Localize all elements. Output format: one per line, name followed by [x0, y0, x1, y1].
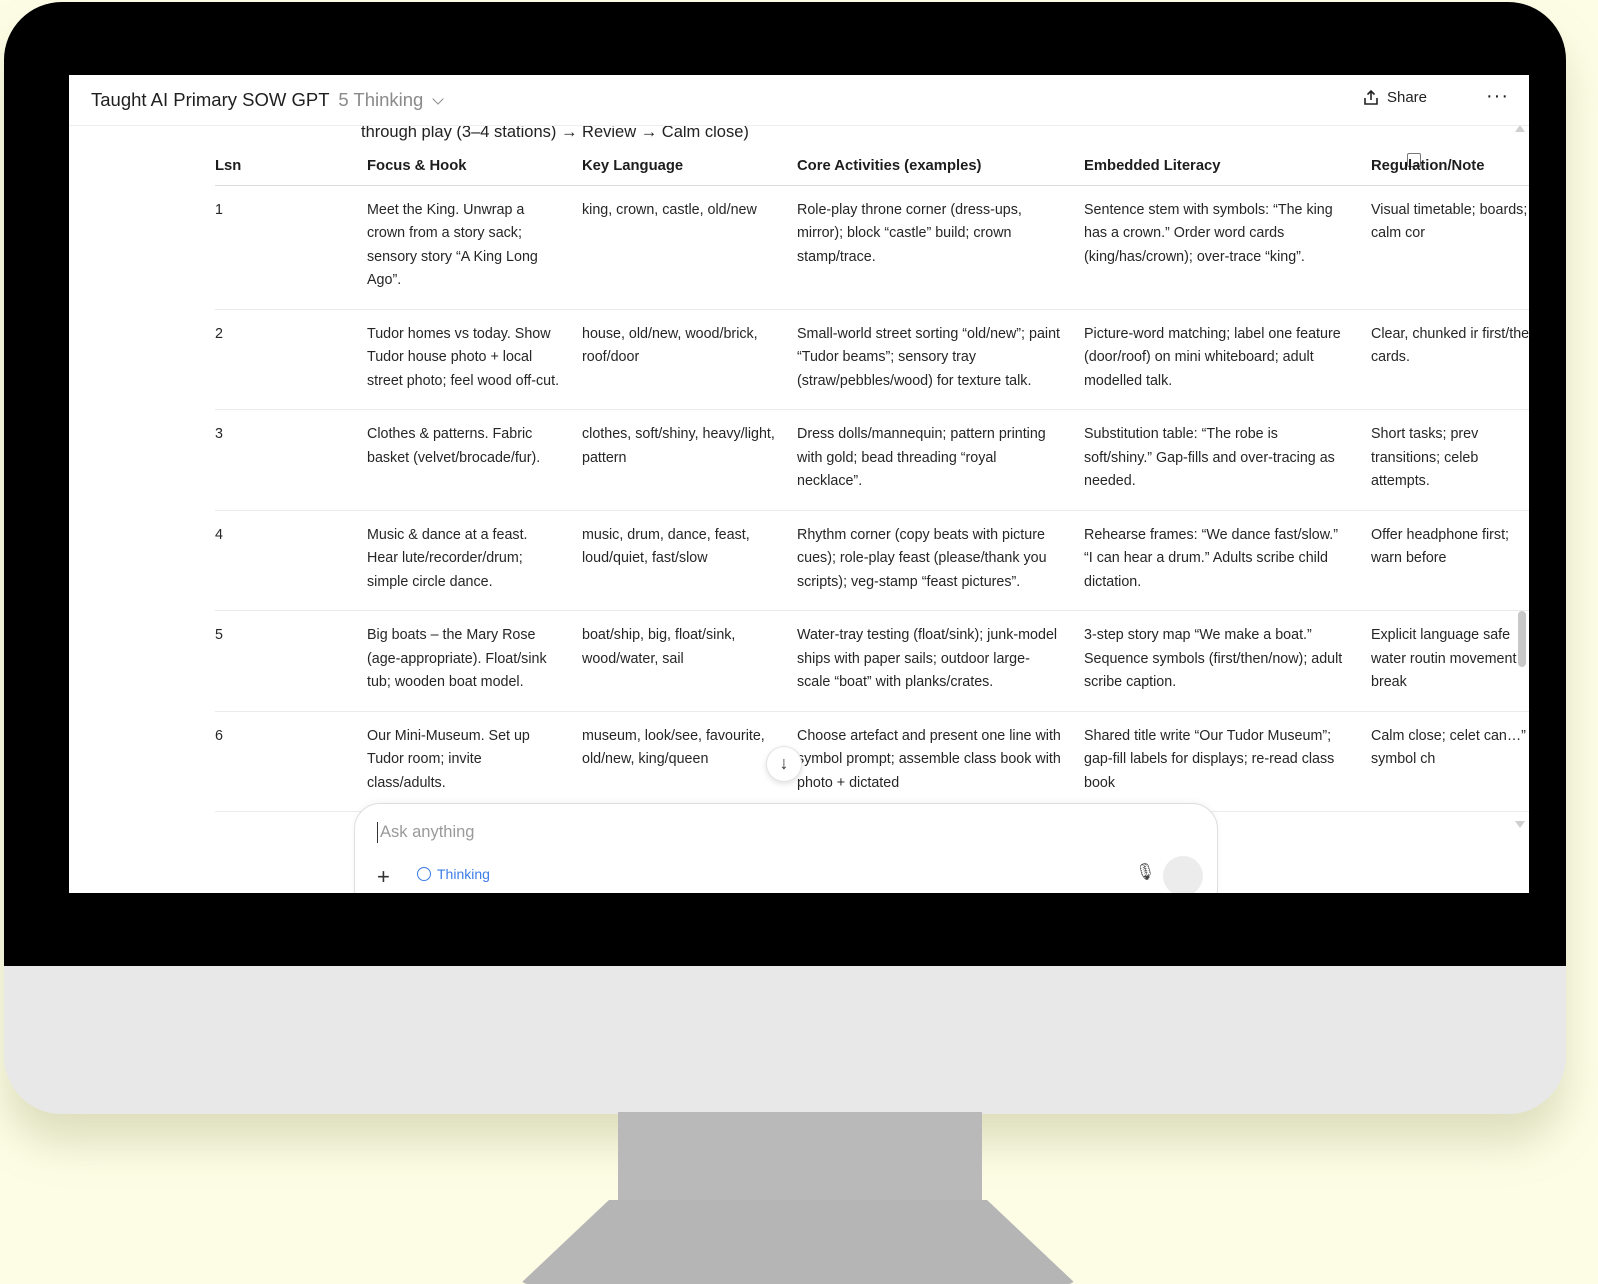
cell-activities: Dress dolls/mannequin; pattern printing … — [797, 409, 1084, 511]
cell-lsn: 2 — [215, 309, 367, 410]
cell-literacy: Rehearse frames: “We dance fast/slow.” “… — [1084, 510, 1371, 611]
cell-regulation: Offer headphone first; warn before — [1371, 510, 1529, 611]
cell-regulation: Short tasks; prev transitions; celeb att… — [1371, 409, 1529, 511]
clock-icon — [417, 867, 431, 881]
cell-literacy: Picture-word matching; label one feature… — [1084, 309, 1371, 410]
cell-regulation-text: Explicit language safe water routin move… — [1371, 627, 1517, 690]
cell-language: museum, look/see, favourite, old/new, ki… — [582, 711, 797, 812]
cell-activities: Choose artefact and present one line wit… — [797, 711, 1084, 812]
thinking-mode-button[interactable]: Thinking — [417, 866, 490, 882]
cell-activities: Rhythm corner (copy beats with picture c… — [797, 510, 1084, 611]
composer: + Thinking 🎙 — [354, 803, 1218, 893]
cell-focus: Our Mini-Museum. Set up Tudor room; invi… — [367, 711, 582, 812]
cell-language: house, old/new, wood/brick, roof/door — [582, 309, 797, 410]
table-row: 3 Clothes & patterns. Fabric basket (vel… — [215, 409, 1529, 511]
chevron-down-icon[interactable] — [432, 93, 445, 105]
cell-focus: Big boats – the Mary Rose (age-appropria… — [367, 610, 582, 712]
voice-icon[interactable] — [1163, 856, 1203, 893]
table-row: 1 Meet the King. Unwrap a crown from a s… — [215, 185, 1529, 310]
cell-literacy: Substitution table: “The robe is soft/sh… — [1084, 409, 1371, 511]
table-header-row: Lsn Focus & Hook Key Language Core Activ… — [215, 153, 1529, 186]
cell-language: king, crown, castle, old/new — [582, 185, 797, 310]
table-row: 6 Our Mini-Museum. Set up Tudor room; in… — [215, 711, 1529, 812]
gpt-title[interactable]: Taught AI Primary SOW GPT 5 Thinking — [91, 89, 445, 111]
app-screen: Taught AI Primary SOW GPT 5 Thinking Sha… — [69, 75, 1529, 893]
gpt-name: Taught AI Primary SOW GPT — [91, 89, 330, 110]
table-row: 2 Tudor homes vs today. Show Tudor house… — [215, 309, 1529, 410]
scroll-up-arrow[interactable] — [1515, 125, 1525, 132]
cell-language: boat/ship, big, float/sink, wood/water, … — [582, 610, 797, 712]
cell-focus: Music & dance at a feast. Hear lute/reco… — [367, 510, 582, 611]
cell-regulation: Visual timetable; boards; calm cor — [1371, 185, 1529, 310]
cell-lsn: 5 — [215, 610, 367, 712]
more-icon[interactable]: ··· — [1486, 85, 1509, 108]
cell-lsn: 6 — [215, 711, 367, 812]
cell-regulation-text: Short tasks; prev transitions; celeb att… — [1371, 426, 1479, 489]
cell-focus: Meet the King. Unwrap a crown from a sto… — [367, 185, 582, 310]
scrollbar-thumb[interactable] — [1518, 611, 1526, 667]
cell-activities: Water-tray testing (float/sink); junk-mo… — [797, 610, 1084, 712]
column-header: Regulation/Note — [1371, 153, 1529, 186]
cell-lsn: 3 — [215, 409, 367, 511]
column-header: Core Activities (examples) — [797, 153, 1084, 186]
monitor-chin — [4, 966, 1566, 1114]
cell-regulation: Explicit language safe water routin move… — [1371, 610, 1529, 712]
top-bar: Taught AI Primary SOW GPT 5 Thinking Sha… — [69, 75, 1529, 126]
cell-focus: Tudor homes vs today. Show Tudor house p… — [367, 309, 582, 410]
cell-activities: Small-world street sorting “old/new”; pa… — [797, 309, 1084, 410]
cell-literacy: Sentence stem with symbols: “The king ha… — [1084, 185, 1371, 310]
cell-literacy: Shared title write “Our Tudor Museum”; g… — [1084, 711, 1371, 812]
cell-lsn: 1 — [215, 185, 367, 310]
plus-icon[interactable]: + — [377, 864, 390, 890]
share-icon — [1363, 89, 1379, 106]
monitor-stand-base — [520, 1200, 1076, 1284]
cell-literacy: 3-step story map “We make a boat.” Seque… — [1084, 610, 1371, 712]
model-selector[interactable]: 5 Thinking — [338, 89, 423, 110]
cell-lsn: 4 — [215, 510, 367, 611]
mic-icon[interactable]: 🎙 — [1135, 862, 1155, 882]
column-header: Focus & Hook — [367, 153, 582, 186]
scroll-down-arrow[interactable] — [1515, 821, 1525, 828]
ask-input[interactable] — [377, 822, 1082, 843]
share-button[interactable]: Share — [1363, 89, 1427, 106]
cell-regulation: Clear, chunked ir first/then cards. — [1371, 309, 1529, 410]
table-row: 5 Big boats – the Mary Rose (age-appropr… — [215, 610, 1529, 712]
cell-activities: Role-play throne corner (dress-ups, mirr… — [797, 185, 1084, 310]
thinking-mode-label: Thinking — [437, 866, 490, 882]
lesson-table-container: Lsn Focus & Hook Key Language Core Activ… — [215, 153, 1529, 893]
cell-focus: Clothes & patterns. Fabric basket (velve… — [367, 409, 582, 511]
column-header: Key Language — [582, 153, 797, 186]
table-row: 4 Music & dance at a feast. Hear lute/re… — [215, 510, 1529, 611]
cell-regulation-text: Clear, chunked ir first/then cards. — [1371, 325, 1529, 366]
lesson-table: Lsn Focus & Hook Key Language Core Activ… — [215, 153, 1529, 812]
column-header: Embedded Literacy — [1084, 153, 1371, 186]
cell-regulation: Calm close; celet can…” symbol ch — [1371, 711, 1529, 812]
cell-language: clothes, soft/shiny, heavy/light, patter… — [582, 409, 797, 511]
column-header: Lsn — [215, 153, 367, 186]
cell-regulation-text: Visual timetable; boards; calm cor — [1371, 201, 1528, 242]
share-label: Share — [1386, 89, 1427, 106]
cell-regulation-text: Offer headphone first; warn before — [1371, 526, 1510, 567]
arrow-down-icon[interactable]: ↓ — [766, 746, 802, 782]
cell-regulation-text: Calm close; celet can…” symbol ch — [1371, 727, 1526, 768]
cell-language: music, drum, dance, feast, loud/quiet, f… — [582, 510, 797, 611]
